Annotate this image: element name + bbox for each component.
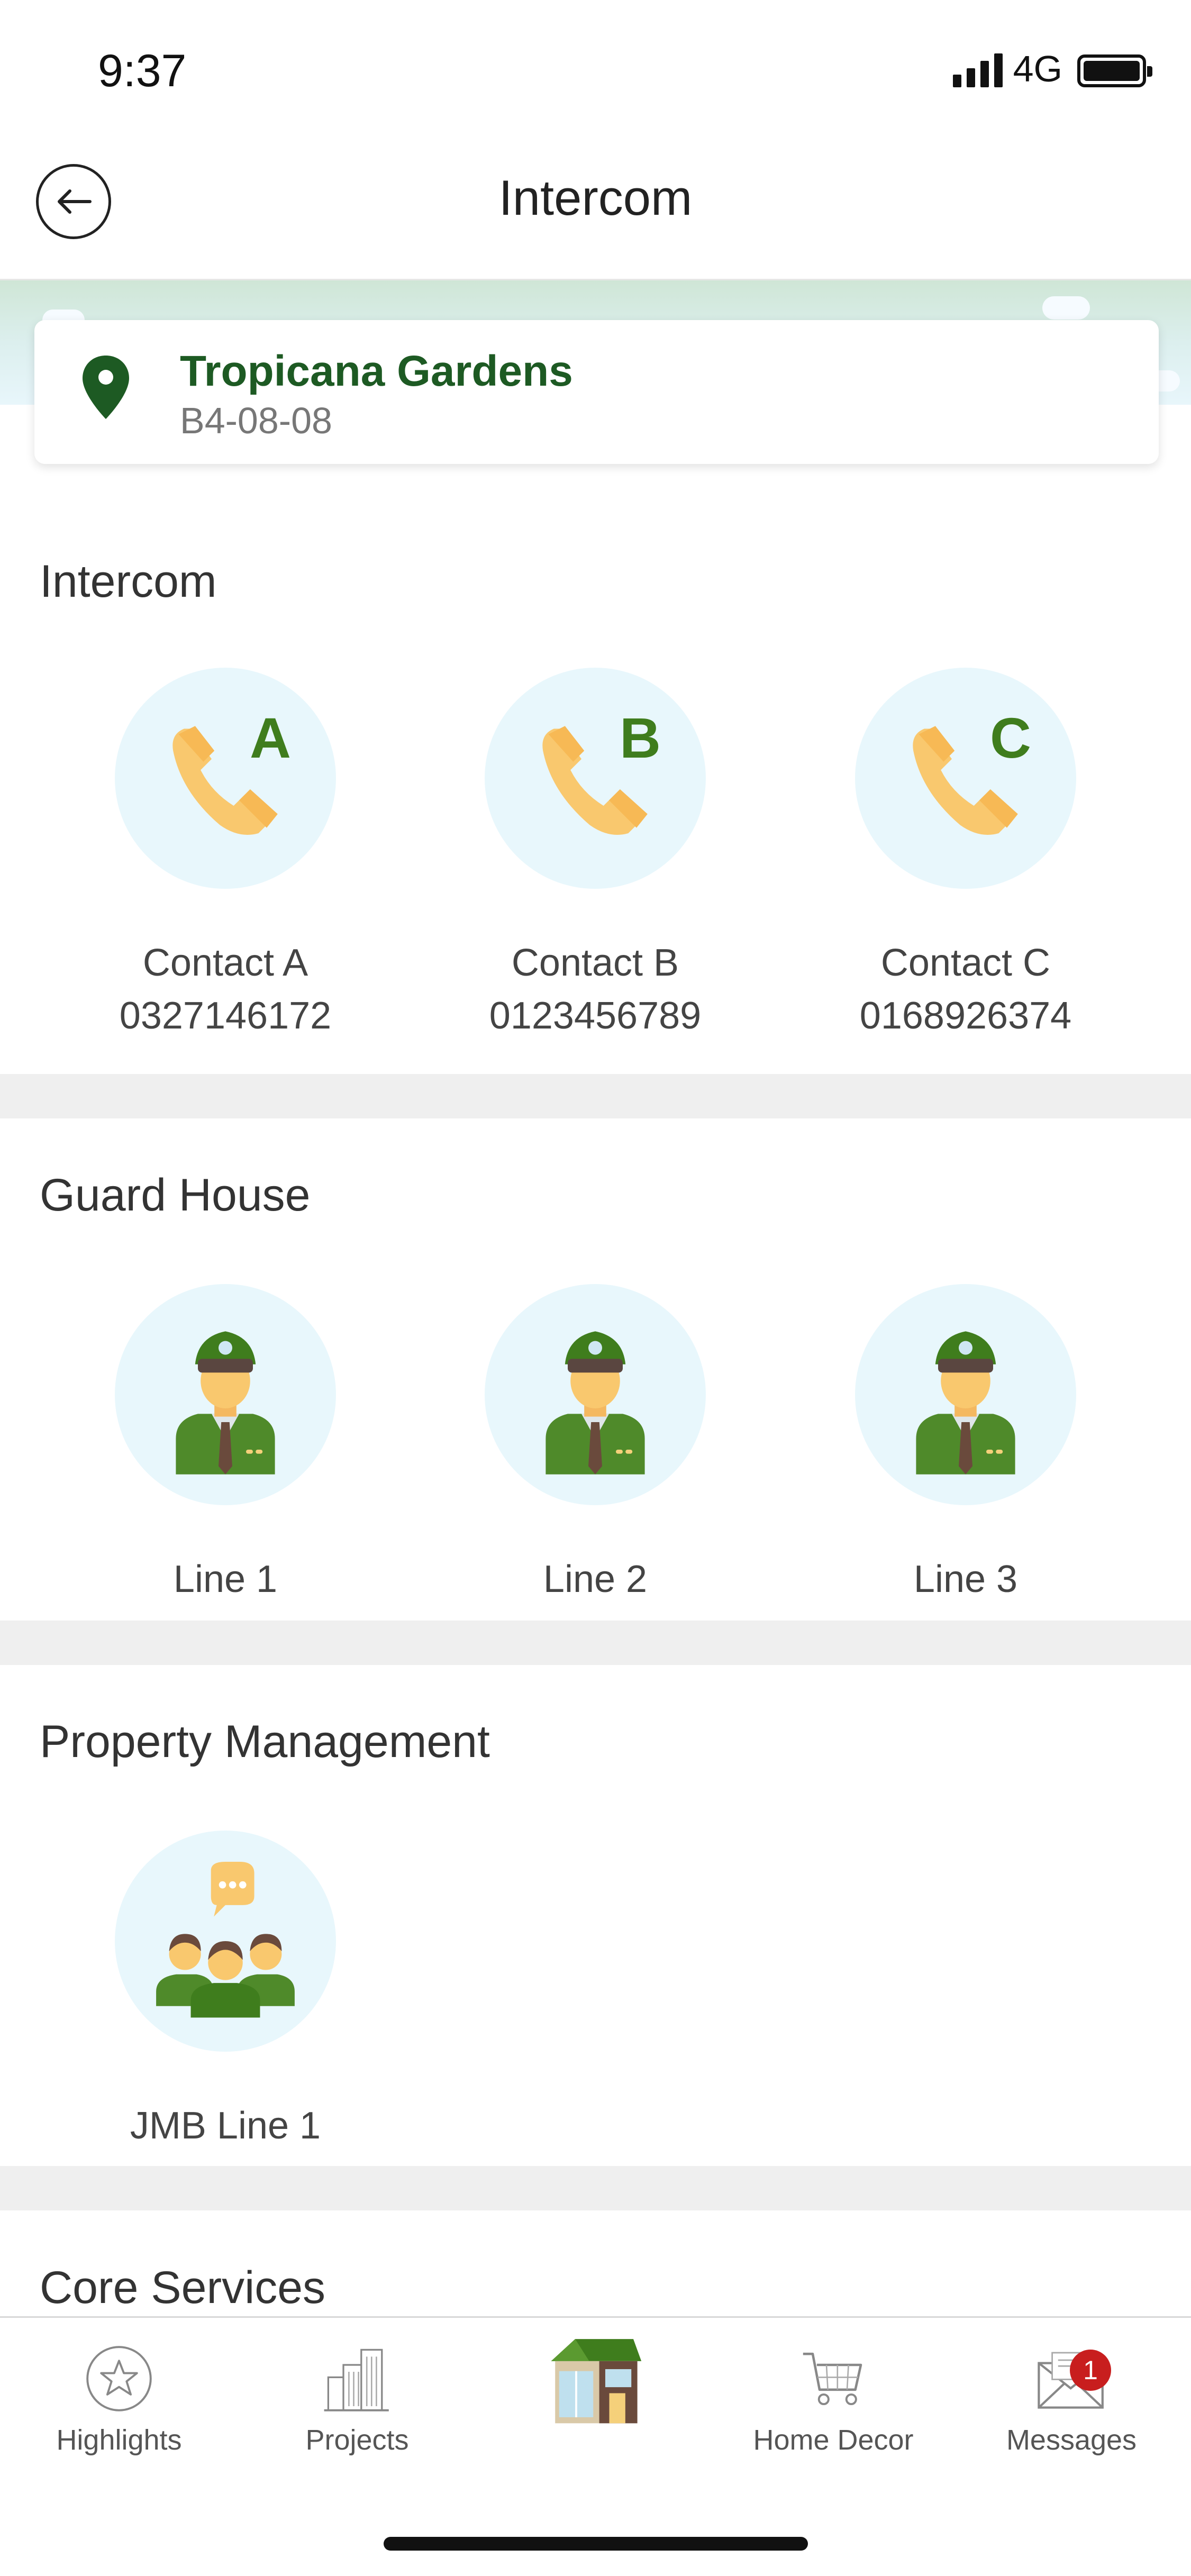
status-indicators: 4G [952,48,1152,89]
security-guard-icon [546,1331,645,1474]
contact-name: Contact C [880,942,1051,984]
security-guard-icon [916,1331,1015,1474]
guard-line-2[interactable]: Line 2 [437,1284,754,1606]
contact-name: Contact B [511,942,679,984]
contact-number: 0123456789 [489,995,702,1037]
nav-projects[interactable]: Projects [238,2339,476,2456]
buildings-icon [324,2349,389,2411]
contact-number: 0327146172 [119,995,332,1037]
contact-b-avatar: B [485,668,706,889]
location-name: Tropicana Gardens [180,347,573,395]
nav-label: Highlights [56,2424,182,2456]
guard-house-section-title: Guard House [40,1170,311,1221]
intercom-contact-c[interactable]: C Contact C 0168926374 [807,668,1124,1042]
unread-badge: 1 [1070,2350,1111,2391]
location-pin-icon [83,356,129,419]
battery-icon [1077,54,1152,87]
contact-name: Contact A [142,942,308,984]
guard-avatar [485,1284,706,1505]
nav-highlights[interactable]: Highlights [0,2339,238,2456]
location-unit: B4-08-08 [180,400,332,441]
guard-line-label: Line 2 [543,1558,648,1600]
nav-home[interactable] [476,2339,714,2424]
contact-letter: A [250,706,291,770]
guard-line-1[interactable]: Line 1 [67,1284,384,1606]
section-divider [0,2166,1191,2210]
home-indicator [384,2537,808,2551]
network-type: 4G [1013,48,1062,89]
cart-icon [803,2352,862,2406]
nav-label: Messages [1006,2424,1137,2456]
location-card[interactable]: Tropicana Gardens B4-08-08 [34,320,1159,464]
jmb-line-1[interactable]: JMB Line 1 [67,1831,384,2152]
contact-c-avatar: C [855,668,1076,889]
guard-avatar [855,1284,1076,1505]
jmb-line-label: JMB Line 1 [130,2105,321,2147]
page-title: Intercom [498,170,693,225]
guard-line-label: Line 1 [173,1558,278,1600]
nav-home-decor[interactable]: Home Decor [714,2339,952,2456]
contact-letter: C [990,706,1031,770]
section-divider [0,1621,1191,1665]
contact-letter: B [620,706,661,770]
contact-number: 0168926374 [859,995,1072,1037]
section-divider [0,1074,1191,1118]
core-services-section-title: Core Services [40,2262,326,2313]
intercom-contact-a[interactable]: A Contact A 0327146172 [67,668,384,1042]
star-icon [86,2346,152,2411]
guard-line-3[interactable]: Line 3 [807,1284,1124,1606]
intercom-section-title: Intercom [40,556,217,607]
guard-avatar [115,1284,336,1505]
intercom-contact-b[interactable]: B Contact B 0123456789 [437,668,754,1042]
contact-a-avatar: A [115,668,336,889]
signal-icon [952,50,1003,87]
status-bar: 9:37 4G [0,0,1191,116]
security-guard-icon [176,1331,275,1474]
team-chat-icon [156,1862,295,2018]
nav-label: Projects [305,2424,409,2456]
house-icon [551,2339,642,2424]
guard-line-label: Line 3 [913,1558,1018,1600]
property-management-section-title: Property Management [40,1716,490,1767]
nav-label: Home Decor [753,2424,914,2456]
management-avatar [115,1831,336,2052]
nav-messages[interactable]: 1 Messages [952,2339,1190,2456]
status-time: 9:37 [98,45,187,96]
header: Intercom [0,116,1191,280]
